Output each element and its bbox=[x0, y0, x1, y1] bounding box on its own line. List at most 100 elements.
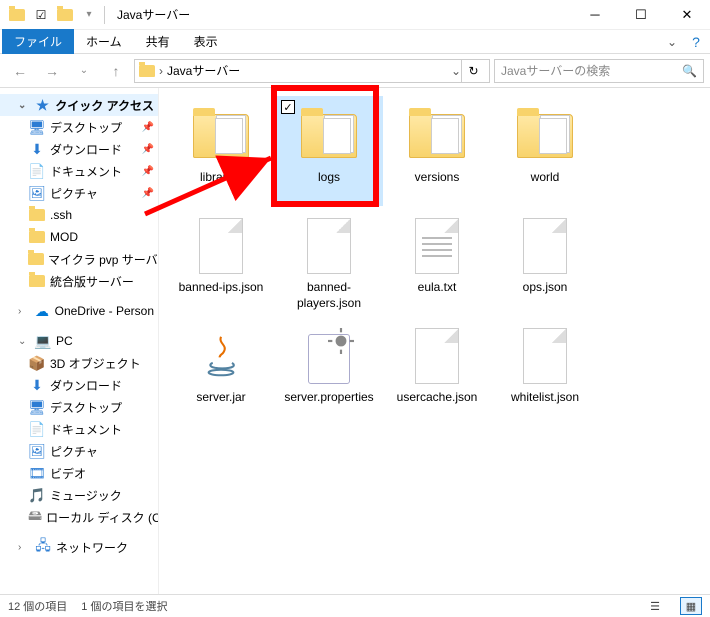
nav-label: ドキュメント bbox=[50, 163, 122, 180]
address-folder-icon bbox=[139, 65, 155, 77]
file-item-logs[interactable]: ✓ logs bbox=[275, 96, 383, 206]
pin-icon: 📌 bbox=[142, 144, 154, 155]
folder-icon bbox=[517, 114, 573, 158]
view-icons-button[interactable]: ▦ bbox=[680, 597, 702, 615]
file-label: eula.txt bbox=[416, 280, 459, 296]
nav-videos[interactable]: 🎞ビデオ bbox=[0, 462, 158, 484]
tab-file[interactable]: ファイル bbox=[2, 29, 74, 54]
search-input[interactable]: Javaサーバーの検索 🔍 bbox=[494, 59, 704, 83]
nav-ssh[interactable]: .ssh bbox=[0, 204, 158, 226]
navigation-pane[interactable]: ⌄★クイック アクセス 🖥デスクトップ📌 ⬇ダウンロード📌 📄ドキュメント📌 🖼… bbox=[0, 88, 159, 594]
nav-mod[interactable]: MOD bbox=[0, 226, 158, 248]
nav-downloads2[interactable]: ⬇ダウンロード bbox=[0, 374, 158, 396]
folder-icon bbox=[28, 206, 46, 224]
selection-checkbox[interactable]: ✓ bbox=[281, 100, 295, 114]
nav-onedrive[interactable]: ›☁OneDrive - Person bbox=[0, 300, 158, 322]
file-item-server-properties[interactable]: server.properties bbox=[275, 316, 383, 426]
file-item-versions[interactable]: versions bbox=[383, 96, 491, 206]
minimize-button[interactable]: ─ bbox=[572, 0, 618, 30]
nav-minecraft-pvp[interactable]: マイクラ pvp サーバー bbox=[0, 248, 158, 270]
pin-icon: 📌 bbox=[142, 188, 154, 199]
disk-icon: 🖴 bbox=[28, 508, 42, 526]
tab-home[interactable]: ホーム bbox=[74, 29, 134, 54]
search-placeholder: Javaサーバーの検索 bbox=[501, 62, 610, 79]
nav-documents[interactable]: 📄ドキュメント📌 bbox=[0, 160, 158, 182]
nav-desktop2[interactable]: 🖥デスクトップ bbox=[0, 396, 158, 418]
close-button[interactable]: ✕ bbox=[664, 0, 710, 30]
tab-view[interactable]: 表示 bbox=[182, 29, 230, 54]
help-button[interactable]: ? bbox=[682, 34, 710, 50]
file-item-banned-ips[interactable]: banned-ips.json bbox=[167, 206, 275, 316]
folder-icon bbox=[28, 272, 46, 290]
file-item-eula[interactable]: eula.txt bbox=[383, 206, 491, 316]
title-bar: ☑ ▾ Javaサーバー ─ ☐ ✕ bbox=[0, 0, 710, 30]
file-label: usercache.json bbox=[395, 390, 480, 406]
nav-pc[interactable]: ⌄💻PC bbox=[0, 330, 158, 352]
qat-new-folder-icon[interactable] bbox=[54, 4, 76, 26]
refresh-button[interactable]: ↻ bbox=[461, 59, 485, 83]
file-label: versions bbox=[413, 170, 462, 186]
nav-up-button[interactable]: ↑ bbox=[102, 57, 130, 85]
nav-label: ダウンロード bbox=[50, 141, 122, 158]
maximize-button[interactable]: ☐ bbox=[618, 0, 664, 30]
nav-3d-objects[interactable]: 📦3D オブジェクト bbox=[0, 352, 158, 374]
file-label: banned-players.json bbox=[275, 280, 383, 311]
nav-desktop[interactable]: 🖥デスクトップ📌 bbox=[0, 116, 158, 138]
qat-dropdown-icon[interactable]: ▾ bbox=[78, 4, 100, 26]
nav-label: ダウンロード bbox=[50, 377, 122, 394]
properties-icon bbox=[304, 328, 354, 384]
breadcrumb-item[interactable]: Javaサーバー bbox=[167, 62, 240, 79]
status-item-count: 12 個の項目 bbox=[8, 598, 67, 614]
music-icon: 🎵 bbox=[28, 486, 46, 504]
breadcrumb-separator: › bbox=[159, 64, 163, 78]
search-icon[interactable]: 🔍 bbox=[682, 64, 697, 78]
file-item-usercache[interactable]: usercache.json bbox=[383, 316, 491, 426]
nav-quick-access[interactable]: ⌄★クイック アクセス bbox=[0, 94, 158, 116]
network-icon: 🖧 bbox=[34, 538, 52, 556]
nav-documents2[interactable]: 📄ドキュメント bbox=[0, 418, 158, 440]
file-item-world[interactable]: world bbox=[491, 96, 599, 206]
file-item-ops[interactable]: ops.json bbox=[491, 206, 599, 316]
folder-icon bbox=[28, 250, 44, 268]
text-file-icon bbox=[415, 218, 459, 274]
nav-recent-dropdown[interactable]: ⌄ bbox=[70, 57, 98, 85]
nav-music[interactable]: 🎵ミュージック bbox=[0, 484, 158, 506]
address-dropdown-icon[interactable]: ⌄ bbox=[451, 64, 461, 78]
nav-pictures[interactable]: 🖼ピクチャ📌 bbox=[0, 182, 158, 204]
folder-icon bbox=[409, 114, 465, 158]
file-label: server.jar bbox=[194, 390, 247, 406]
file-item-libraries[interactable]: libraries bbox=[167, 96, 275, 206]
ribbon-expand-icon[interactable]: ⌄ bbox=[662, 35, 682, 49]
nav-forward-button[interactable]: → bbox=[38, 57, 66, 85]
file-icon bbox=[523, 328, 567, 384]
nav-label: ピクチャ bbox=[50, 185, 98, 202]
nav-label: 3D オブジェクト bbox=[50, 355, 141, 372]
nav-label: PC bbox=[56, 334, 73, 348]
desktop-icon: 🖥 bbox=[28, 118, 46, 136]
download-icon: ⬇ bbox=[28, 376, 46, 394]
qat-properties-icon[interactable]: ☑ bbox=[30, 4, 52, 26]
file-item-banned-players[interactable]: banned-players.json bbox=[275, 206, 383, 316]
file-label: logs bbox=[316, 170, 342, 186]
status-selected-count: 1 個の項目を選択 bbox=[81, 598, 167, 614]
nav-label: ローカル ディスク (C bbox=[46, 509, 159, 526]
address-bar[interactable]: › Javaサーバー ⌄ ↻ bbox=[134, 59, 490, 83]
onedrive-icon: ☁ bbox=[33, 302, 50, 320]
file-item-whitelist[interactable]: whitelist.json bbox=[491, 316, 599, 426]
document-icon: 📄 bbox=[28, 420, 46, 438]
nav-back-button[interactable]: ← bbox=[6, 57, 34, 85]
desktop-icon: 🖥 bbox=[28, 398, 46, 416]
view-details-button[interactable]: ☰ bbox=[644, 597, 666, 615]
file-list[interactable]: libraries ✓ logs versions world banned-i… bbox=[159, 88, 710, 594]
nav-downloads[interactable]: ⬇ダウンロード📌 bbox=[0, 138, 158, 160]
nav-local-disk[interactable]: 🖴ローカル ディスク (C bbox=[0, 506, 158, 528]
file-item-server-jar[interactable]: server.jar bbox=[167, 316, 275, 426]
tab-share[interactable]: 共有 bbox=[134, 29, 182, 54]
file-label: server.properties bbox=[282, 390, 375, 406]
file-icon bbox=[199, 218, 243, 274]
nav-integrated[interactable]: 統合版サーバー bbox=[0, 270, 158, 292]
nav-network[interactable]: ›🖧ネットワーク bbox=[0, 536, 158, 558]
address-bar-row: ← → ⌄ ↑ › Javaサーバー ⌄ ↻ Javaサーバーの検索 🔍 bbox=[0, 54, 710, 88]
pc-icon: 💻 bbox=[34, 332, 52, 350]
nav-pictures2[interactable]: 🖼ピクチャ bbox=[0, 440, 158, 462]
